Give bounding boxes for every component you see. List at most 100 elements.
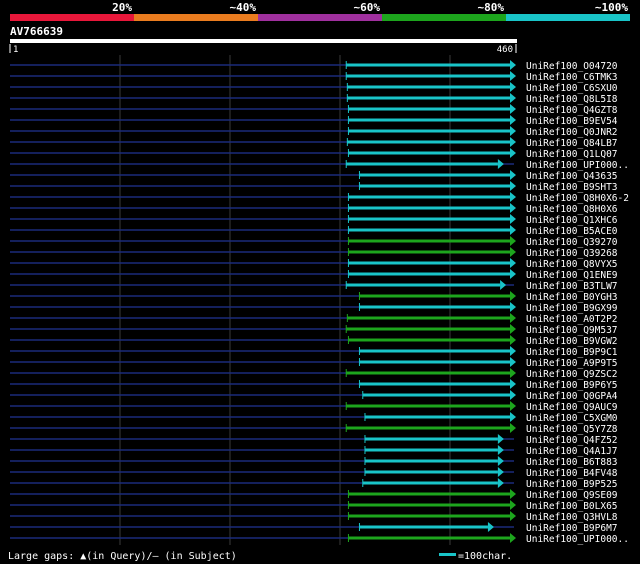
hit-label[interactable]: UniRef100_B9P6M7	[526, 523, 618, 534]
hit-bar[interactable]	[348, 107, 510, 111]
hit-label[interactable]: UniRef100_UPI000..	[526, 160, 629, 171]
hit-row[interactable]: UniRef100_Q1LQ07	[10, 148, 618, 160]
hit-row[interactable]: UniRef100_B9P9C1	[10, 346, 618, 358]
hit-bar[interactable]	[346, 327, 510, 331]
hit-row[interactable]: UniRef100_Q9SE09	[10, 489, 618, 501]
hit-row[interactable]: UniRef100_Q39270	[10, 236, 618, 248]
hit-label[interactable]: UniRef100_B5ACE0	[526, 226, 618, 237]
hit-row[interactable]: UniRef100_B9SHT3	[10, 181, 618, 193]
hit-row[interactable]: UniRef100_Q0GPA4	[10, 390, 618, 402]
hit-bar[interactable]	[348, 129, 510, 133]
hit-row[interactable]: UniRef100_Q8H0X6-2	[10, 192, 629, 204]
hit-row[interactable]: UniRef100_Q4GZT8	[10, 104, 618, 116]
hit-row[interactable]: UniRef100_B9P525	[10, 478, 618, 490]
hit-label[interactable]: UniRef100_UPI000..	[526, 534, 629, 545]
hit-row[interactable]: UniRef100_B6T883	[10, 456, 618, 468]
hit-row[interactable]: UniRef100_C5XGM0	[10, 412, 618, 424]
hit-label[interactable]: UniRef100_Q4FZ52	[526, 435, 618, 446]
hit-row[interactable]: UniRef100_Q3HVL8	[10, 511, 618, 523]
hit-row[interactable]: UniRef100_B3TLW7	[10, 280, 618, 292]
hit-label[interactable]: UniRef100_Q8H0X6	[526, 204, 618, 215]
hit-label[interactable]: UniRef100_B0YGH3	[526, 292, 618, 303]
hit-label[interactable]: UniRef100_Q5Y7Z8	[526, 424, 618, 435]
hit-label[interactable]: UniRef100_A0T2P2	[526, 314, 618, 325]
hit-bar[interactable]	[359, 349, 510, 353]
hit-label[interactable]: UniRef100_Q1XHC6	[526, 215, 618, 226]
hit-bar[interactable]	[348, 118, 510, 122]
hit-label[interactable]: UniRef100_Q39270	[526, 237, 618, 248]
hit-bar[interactable]	[346, 63, 510, 67]
hit-label[interactable]: UniRef100_Q8H0X6-2	[526, 193, 629, 204]
hit-bar[interactable]	[348, 250, 510, 254]
hit-row[interactable]: UniRef100_Q8VYX5	[10, 258, 618, 270]
hit-bar[interactable]	[348, 228, 510, 232]
hit-row[interactable]: UniRef100_Q43635	[10, 170, 618, 182]
hit-label[interactable]: UniRef100_A9P9T5	[526, 358, 618, 369]
hit-bar[interactable]	[364, 448, 498, 452]
hit-bar[interactable]	[346, 404, 510, 408]
hit-label[interactable]: UniRef100_C6SXU0	[526, 83, 618, 94]
hit-row[interactable]: UniRef100_B5ACE0	[10, 225, 618, 237]
hit-row[interactable]: UniRef100_O04720	[10, 60, 618, 72]
hit-bar[interactable]	[348, 272, 510, 276]
hit-row[interactable]: UniRef100_B4FV48	[10, 467, 618, 479]
hit-label[interactable]: UniRef100_C5XGM0	[526, 413, 618, 424]
hit-label[interactable]: UniRef100_B9P6Y5	[526, 380, 618, 391]
hit-label[interactable]: UniRef100_Q1ENE9	[526, 270, 618, 281]
hit-row[interactable]: UniRef100_B9P6M7	[10, 522, 618, 534]
hit-bar[interactable]	[348, 217, 510, 221]
hit-bar[interactable]	[359, 184, 510, 188]
hit-row[interactable]: UniRef100_Q4A1J7	[10, 445, 618, 457]
hit-row[interactable]: UniRef100_Q84LB7	[10, 137, 618, 149]
hit-bar[interactable]	[348, 492, 510, 496]
hit-label[interactable]: UniRef100_B9VGW2	[526, 336, 618, 347]
hit-label[interactable]: UniRef100_B9P9C1	[526, 347, 618, 358]
hit-bar[interactable]	[362, 393, 510, 397]
hit-label[interactable]: UniRef100_C6TMK3	[526, 72, 618, 83]
hit-row[interactable]: UniRef100_B0YGH3	[10, 291, 618, 303]
hit-bar[interactable]	[359, 360, 510, 364]
hit-label[interactable]: UniRef100_B9GX99	[526, 303, 618, 314]
hit-label[interactable]: UniRef100_Q3HVL8	[526, 512, 618, 523]
hit-bar[interactable]	[348, 261, 510, 265]
hit-bar[interactable]	[359, 382, 510, 386]
hit-label[interactable]: UniRef100_Q1LQ07	[526, 149, 618, 160]
hit-bar[interactable]	[348, 503, 510, 507]
hit-bar[interactable]	[347, 96, 510, 100]
hit-bar[interactable]	[348, 206, 510, 210]
hit-row[interactable]: UniRef100_B0LX65	[10, 500, 618, 512]
hit-label[interactable]: UniRef100_B9EV54	[526, 116, 618, 127]
hit-bar[interactable]	[364, 459, 498, 463]
hit-bar[interactable]	[347, 316, 510, 320]
hit-label[interactable]: UniRef100_Q43635	[526, 171, 618, 182]
hit-row[interactable]: UniRef100_C6SXU0	[10, 82, 618, 94]
hit-bar[interactable]	[359, 525, 488, 529]
hit-label[interactable]: UniRef100_B9SHT3	[526, 182, 618, 193]
hit-bar[interactable]	[346, 74, 510, 78]
hit-bar[interactable]	[364, 437, 498, 441]
hit-row[interactable]: UniRef100_Q8H0X6	[10, 203, 618, 215]
hit-label[interactable]: UniRef100_O04720	[526, 61, 618, 72]
hit-label[interactable]: UniRef100_Q8VYX5	[526, 259, 618, 270]
hit-label[interactable]: UniRef100_B4FV48	[526, 468, 618, 479]
hit-label[interactable]: UniRef100_Q9ZSC2	[526, 369, 618, 380]
hit-bar[interactable]	[348, 239, 510, 243]
hit-row[interactable]: UniRef100_Q5Y7Z8	[10, 423, 618, 435]
hit-bar[interactable]	[348, 338, 510, 342]
hit-row[interactable]: UniRef100_B9VGW2	[10, 335, 618, 347]
hit-row[interactable]: UniRef100_Q9ZSC2	[10, 368, 618, 380]
hit-label[interactable]: UniRef100_Q84LB7	[526, 138, 618, 149]
hit-label[interactable]: UniRef100_B0LX65	[526, 501, 618, 512]
hit-bar[interactable]	[346, 162, 498, 166]
hit-row[interactable]: UniRef100_B9P6Y5	[10, 379, 618, 391]
hit-row[interactable]: UniRef100_Q1XHC6	[10, 214, 618, 226]
hit-row[interactable]: UniRef100_C6TMK3	[10, 71, 618, 83]
hit-label[interactable]: UniRef100_B3TLW7	[526, 281, 618, 292]
hit-row[interactable]: UniRef100_Q9AUC9	[10, 401, 618, 413]
hit-bar[interactable]	[359, 294, 510, 298]
hit-bar[interactable]	[348, 195, 510, 199]
hit-label[interactable]: UniRef100_Q0GPA4	[526, 391, 618, 402]
hit-label[interactable]: UniRef100_Q8L5I8	[526, 94, 618, 105]
hit-label[interactable]: UniRef100_Q0JNR2	[526, 127, 618, 138]
hit-bar[interactable]	[359, 173, 510, 177]
